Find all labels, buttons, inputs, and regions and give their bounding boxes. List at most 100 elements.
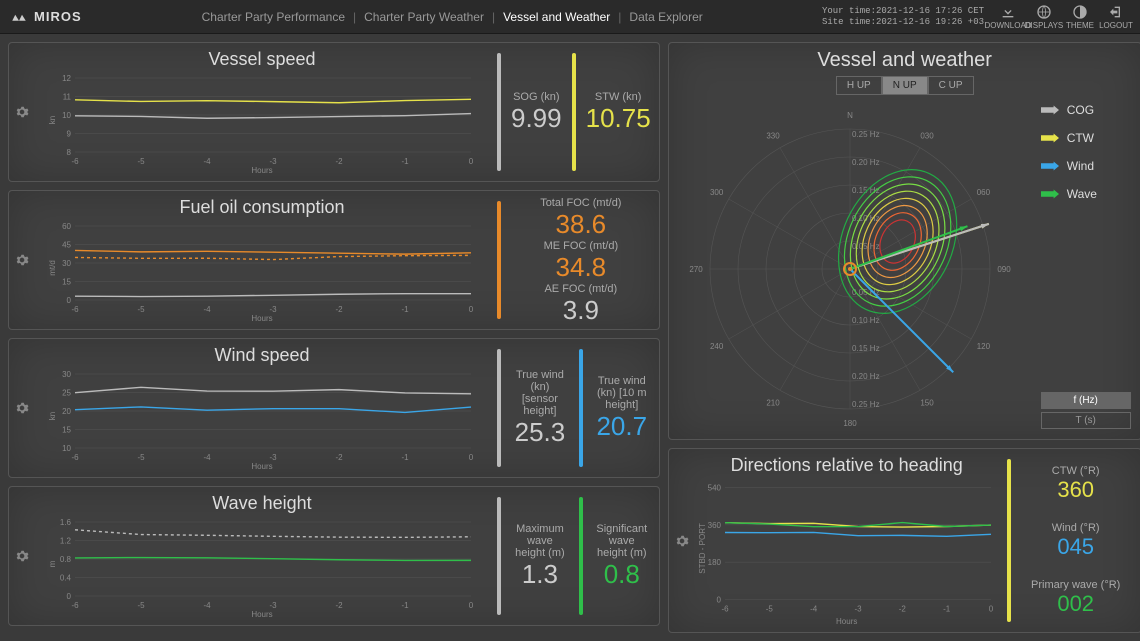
ctw-dir-label: CTW (°R) (1021, 465, 1131, 477)
download-button[interactable]: DOWNLOAD (994, 4, 1022, 30)
svg-text:0.10 Hz: 0.10 Hz (852, 316, 880, 325)
panel-directions: Directions relative to heading 0 180 360 54… (668, 448, 1140, 633)
wave-max-label: Maximum wave height (m) (511, 523, 569, 559)
svg-text:-1: -1 (401, 157, 409, 166)
svg-text:240: 240 (710, 342, 724, 351)
svg-text:090: 090 (997, 265, 1011, 274)
svg-text:0.4: 0.4 (60, 574, 72, 583)
gear-icon (15, 401, 29, 415)
svg-text:030: 030 (920, 132, 934, 141)
svg-text:540: 540 (707, 484, 721, 493)
gear-button[interactable] (675, 534, 689, 548)
svg-text:45: 45 (62, 241, 71, 250)
sog-value: 9.99 (511, 103, 562, 134)
topbar: MIROS Charter Party Performance | Charte… (0, 0, 1140, 34)
svg-text:-4: -4 (203, 305, 211, 314)
me-foc-label: ME FOC (mt/d) (511, 240, 651, 252)
tab-c-up[interactable]: C UP (928, 76, 974, 95)
unit-t-s[interactable]: T (s) (1041, 412, 1131, 429)
wind-dir-label: Wind (°R) (1021, 522, 1131, 534)
svg-text:-2: -2 (335, 601, 343, 610)
gear-button[interactable] (15, 253, 29, 267)
svg-text:0.25 Hz: 0.25 Hz (852, 400, 880, 409)
svg-text:-6: -6 (71, 305, 79, 314)
svg-text:0: 0 (469, 453, 474, 462)
svg-text:-3: -3 (269, 453, 277, 462)
time-block: Your time:2021-12-16 17:26 CET Site time… (822, 6, 984, 28)
svg-text:-5: -5 (137, 305, 145, 314)
arrow-icon (1041, 105, 1059, 115)
chart-title: Directions relative to heading (731, 455, 963, 476)
ctw-dir-value: 360 (1021, 477, 1131, 503)
wave-sig-value: 0.8 (593, 559, 651, 590)
theme-icon (1072, 4, 1088, 20)
nav-data-explorer[interactable]: Data Explorer (629, 10, 702, 24)
svg-text:-5: -5 (137, 157, 145, 166)
svg-text:m: m (48, 560, 57, 567)
svg-text:-3: -3 (269, 157, 277, 166)
svg-text:0.8: 0.8 (60, 555, 72, 564)
x-axis-label: Hours (251, 462, 272, 471)
download-icon (1000, 4, 1016, 20)
svg-text:30: 30 (62, 259, 71, 268)
svg-text:30: 30 (62, 370, 71, 379)
svg-text:150: 150 (920, 398, 934, 407)
arrow-icon (1041, 189, 1059, 199)
svg-text:0: 0 (469, 601, 474, 610)
svg-text:-3: -3 (854, 605, 862, 614)
wave-max-value: 1.3 (511, 559, 569, 590)
gear-icon (15, 549, 29, 563)
wind-sensor-label: True wind (kn) [sensor height] (511, 369, 569, 417)
svg-text:-1: -1 (401, 601, 409, 610)
nav-charter-performance[interactable]: Charter Party Performance (202, 10, 345, 24)
chart-title: Fuel oil consumption (179, 197, 344, 218)
svg-text:10: 10 (62, 111, 71, 120)
tab-h-up[interactable]: H UP (836, 76, 882, 95)
gear-button[interactable] (15, 549, 29, 563)
svg-text:-1: -1 (943, 605, 951, 614)
svg-text:-6: -6 (71, 453, 79, 462)
radar-tabs: H UP N UP C UP (679, 76, 1131, 95)
tab-n-up[interactable]: N UP (882, 76, 928, 95)
svg-text:120: 120 (976, 342, 990, 351)
svg-text:210: 210 (766, 398, 780, 407)
svg-text:180: 180 (707, 558, 721, 567)
logout-button[interactable]: LOGOUT (1102, 4, 1130, 30)
svg-text:-1: -1 (401, 453, 409, 462)
nav-vessel-weather[interactable]: Vessel and Weather (503, 10, 610, 24)
legend-wind: Wind (1041, 159, 1131, 173)
svg-text:-6: -6 (71, 157, 79, 166)
x-axis-label: Hours (251, 314, 272, 323)
logout-icon (1108, 4, 1124, 20)
x-axis-label: Hours (251, 166, 272, 175)
svg-text:-4: -4 (203, 453, 211, 462)
svg-text:kn: kn (48, 116, 57, 124)
svg-text:-5: -5 (137, 601, 145, 610)
panel-wind: Wind speed 1015202530-6-5-4-3-2-10kn Hou… (8, 338, 660, 478)
svg-text:10: 10 (62, 444, 71, 453)
svg-text:-2: -2 (335, 453, 343, 462)
directions-chart: 0180360540-6-5-4-3-2-10STBD - PORT (697, 478, 997, 619)
displays-button[interactable]: DISPLAYS (1030, 4, 1058, 30)
wind-10m-value: 20.7 (593, 411, 651, 442)
svg-text:25: 25 (62, 389, 71, 398)
legend-wave: Wave (1041, 187, 1131, 201)
theme-button[interactable]: THEME (1066, 4, 1094, 30)
total-foc-value: 38.6 (511, 209, 651, 240)
svg-text:0: 0 (469, 157, 474, 166)
gear-button[interactable] (15, 105, 29, 119)
stw-label: STW (kn) (586, 91, 651, 103)
sog-label: SOG (kn) (511, 91, 562, 103)
panel-vessel-speed: Vessel speed 89101112-6-5-4-3-2-10kn Hou… (8, 42, 660, 182)
x-axis-label: Hours (836, 617, 857, 626)
divider-bar (497, 497, 501, 615)
svg-text:0: 0 (988, 605, 993, 614)
nav-charter-weather[interactable]: Charter Party Weather (364, 10, 484, 24)
svg-text:0.25 Hz: 0.25 Hz (852, 130, 880, 139)
ae-foc-value: 3.9 (511, 295, 651, 326)
svg-text:270: 270 (689, 265, 703, 274)
unit-f-hz[interactable]: f (Hz) (1041, 392, 1131, 409)
svg-text:-4: -4 (203, 157, 211, 166)
gear-icon (675, 534, 689, 548)
gear-button[interactable] (15, 401, 29, 415)
